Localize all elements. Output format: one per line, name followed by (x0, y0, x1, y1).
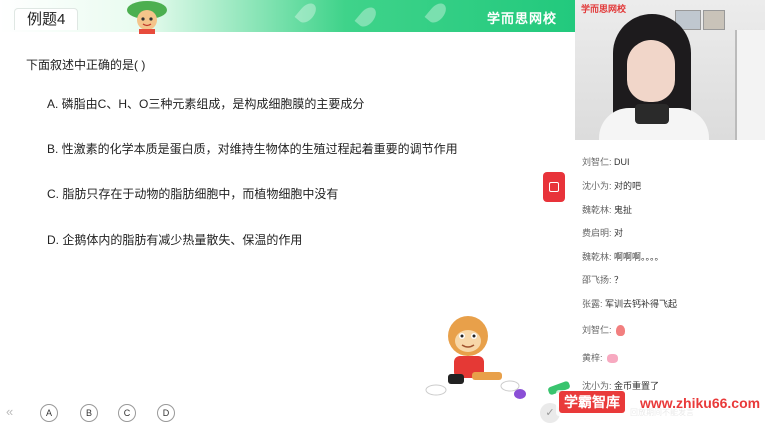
chat-text: 军训去钙补得飞起 (605, 299, 678, 309)
red-packet-button[interactable] (543, 172, 565, 202)
chat-text: ？ (614, 275, 624, 285)
chat-message: 沈小为: 对的吧 (582, 179, 641, 192)
monkey-mascot-icon (425, 316, 520, 396)
option-c-text: C. 脂肪只存在于动物的脂肪细胞中，而植物细胞中没有 (47, 187, 339, 201)
leaf-decoration-icon (294, 0, 320, 26)
choice-button-b[interactable]: B (80, 404, 98, 422)
choice-button-c[interactable]: C (118, 404, 136, 422)
option-b-text: B. 性激素的化学本质是蛋白质，对维持生物体的生殖过程起着重要的调节作用 (47, 142, 458, 156)
red-packet-icon (549, 182, 559, 192)
chat-message: 魏乾林: 鬼扯 (582, 203, 632, 216)
chat-text: 对的吧 (614, 181, 642, 191)
option-d-text: D. 企鹅体内的脂肪有减少热量散失、保温的作用 (47, 233, 303, 247)
chat-message: 张露: 军训去钙补得飞起 (582, 297, 677, 310)
choice-button-d[interactable]: D (157, 404, 175, 422)
chat-user: 刘智仁: (582, 157, 612, 167)
chat-user: 魏乾林: (582, 252, 612, 262)
thumbs-up-emoji-icon (615, 325, 625, 337)
video-brand-logo: 学而思网校 (581, 4, 627, 14)
pig-emoji-icon (606, 354, 618, 364)
chat-user: 张露: (582, 299, 603, 309)
chat-message: 刘智仁: DUI (582, 155, 630, 168)
chat-message: 邵飞扬: ？ (582, 273, 623, 286)
leaf-decoration-icon (354, 4, 380, 30)
option-a-text: A. 磷脂由C、H、O三种元素组成，是构成细胞膜的主要成分 (47, 97, 365, 111)
question-stem: 下面叙述中正确的是( ) (26, 58, 146, 72)
slide-header: 例题4 学而思网校 (0, 0, 575, 34)
video-decoration (735, 30, 765, 140)
watermark-badge: 学霸智库 (559, 391, 625, 413)
chat-text: DUI (614, 157, 630, 167)
leaf-decoration-icon (424, 0, 450, 26)
chat-text: 对 (614, 228, 624, 238)
chat-user: 费启明: (582, 228, 612, 238)
teacher-scarf (635, 104, 669, 124)
app-window: 例题4 学而思网校 下面叙述中正确的是( ) A. 磷脂由C、H、O三种元素组成… (0, 0, 765, 425)
example-title: 例题4 (14, 8, 79, 30)
chat-message: 费启明: 对 (582, 226, 623, 239)
answer-bar: « A B C D (0, 400, 575, 425)
chat-text: 啊啊啊。。。。 (614, 252, 664, 262)
ball-decoration-icon (514, 389, 526, 399)
chat-user: 邵飞扬: (582, 275, 612, 285)
lesson-slide: 例题4 学而思网校 下面叙述中正确的是( ) A. 磷脂由C、H、O三种元素组成… (0, 0, 575, 425)
chat-message: 魏乾林: 啊啊啊。。。。 (582, 250, 664, 263)
chat-text: 鬼扯 (614, 205, 633, 215)
chat-panel: 刘智仁: DUI 沈小为: 对的吧 魏乾林: 鬼扯 费启明: 对 魏乾林: 啊啊… (575, 140, 765, 425)
chat-message: 刘智仁: (582, 323, 625, 337)
chat-user: 刘智仁: (582, 325, 612, 335)
collapse-arrow-icon[interactable]: « (6, 404, 13, 419)
chat-message: 黄梓: (582, 351, 618, 364)
teacher-video: 学而思网校 (575, 0, 765, 140)
chat-user: 沈小为: (582, 181, 612, 191)
brand-logo: 学而思网校 (486, 11, 557, 26)
chat-user: 魏乾林: (582, 205, 612, 215)
choice-button-a[interactable]: A (40, 404, 58, 422)
mascot-icon (127, 1, 167, 34)
chat-user: 黄梓: (582, 353, 603, 363)
watermark-url: www.zhiku66.com (640, 395, 761, 411)
teacher-face (627, 40, 675, 102)
video-decoration (703, 10, 725, 30)
